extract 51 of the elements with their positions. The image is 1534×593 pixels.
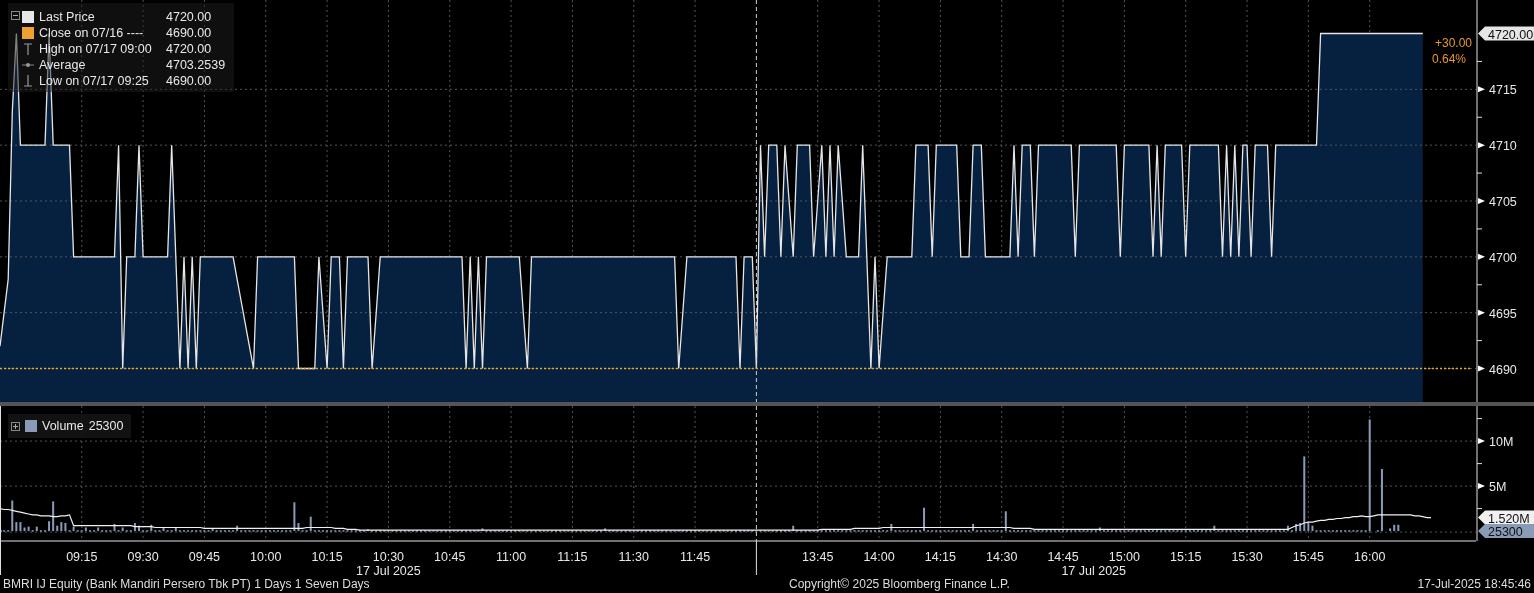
time-label: 15:45 — [1292, 550, 1324, 564]
time-label: 10:00 — [250, 550, 282, 564]
legend-value: 4690.00 — [166, 26, 213, 40]
axis-label: 5M — [1489, 480, 1507, 495]
time-label: 15:00 — [1108, 550, 1140, 564]
axis-label: 4690 — [1489, 362, 1517, 377]
legend-value: 4720.00 — [166, 10, 213, 24]
date-label: 17 Jul 2025 — [1061, 564, 1127, 575]
price-tag: 4720.00 — [1488, 27, 1534, 42]
legend-label: Average — [39, 58, 86, 72]
time-label: 15:15 — [1170, 550, 1202, 564]
security-description: BMRI IJ Equity (Bank Mandiri Persero Tbk PT) 1 Days 1 Seven Days — [3, 577, 371, 591]
time-label: 10:15 — [311, 550, 343, 564]
legend-value: 4703.2539 — [166, 58, 227, 72]
time-label: 11:00 — [495, 550, 527, 564]
volume-tag: 1.520M — [1488, 511, 1530, 526]
time-label: 14:15 — [924, 550, 957, 564]
time-label: 16:00 — [1354, 550, 1386, 564]
legend-value: 4720.00 — [166, 42, 213, 56]
axis-label: 4715 — [1489, 83, 1517, 98]
copyright-notice: Copyright© 2025 Bloomberg Finance L.P. — [789, 577, 1011, 591]
change-value: +30.00 — [1434, 36, 1472, 50]
time-label: 09:15 — [66, 550, 98, 564]
timestamp: 17-Jul-2025 18:45:46 — [1417, 577, 1531, 591]
time-label: 14:00 — [863, 550, 895, 564]
legend-label: Low on 07/17 09:25 — [39, 74, 149, 88]
time-label: 09:45 — [188, 550, 221, 564]
time-label: 13:45 — [802, 550, 834, 564]
time-label: 10:45 — [434, 550, 466, 564]
time-label: 11:30 — [618, 550, 649, 564]
legend-label: Last Price — [39, 10, 95, 24]
time-label: 14:30 — [986, 550, 1018, 564]
time-label: 15:30 — [1231, 550, 1263, 564]
axis-label: 4705 — [1489, 195, 1517, 209]
legend-value: 25300 — [88, 419, 124, 433]
change-percent: 0.64% — [1431, 52, 1466, 66]
axis-label: 10M — [1489, 435, 1514, 450]
legend-value: 4690.00 — [166, 74, 213, 88]
axis-label: 4700 — [1489, 250, 1517, 265]
time-label: 14:45 — [1047, 550, 1079, 564]
legend-label: Volume — [42, 419, 84, 433]
time-label: 11:45 — [679, 550, 711, 564]
time-label: 11:15 — [557, 550, 588, 564]
date-label: 17 Jul 2025 — [356, 564, 421, 575]
axis-label: 4695 — [1489, 306, 1517, 321]
legend-label: Close on 07/16 ---- — [39, 26, 144, 40]
legend-label: High on 07/17 09:00 — [39, 42, 152, 56]
time-label: 09:30 — [127, 550, 159, 564]
volume-tag: 25300 — [1488, 525, 1523, 540]
time-label: 10:30 — [372, 550, 405, 564]
axis-label: 4710 — [1489, 139, 1517, 154]
